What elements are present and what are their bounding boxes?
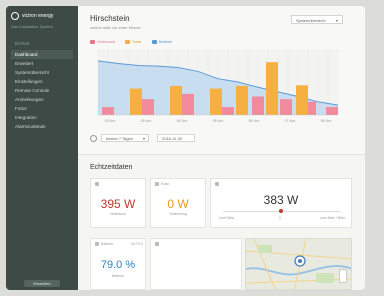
solar-value: 0 W	[167, 197, 189, 211]
battery-head-label: Batterie	[101, 242, 114, 246]
battery-label: Batterie	[111, 274, 125, 278]
sidebar-item-photos[interactable]: Fotos	[11, 104, 73, 113]
grid-right-label: zum Netz / Netz	[320, 216, 345, 220]
grid-indicator-dot	[279, 209, 283, 213]
divider	[78, 154, 365, 155]
sidebar-item-integration[interactable]: Integration	[11, 113, 73, 122]
realtime-section-title: Echtzeitdaten	[90, 164, 133, 171]
consumption-bar	[252, 96, 264, 115]
settings-button[interactable]: Einstellen	[24, 280, 60, 287]
solar-bar	[210, 88, 222, 115]
grid-icon	[215, 182, 219, 186]
page-title: Hirschstein	[90, 14, 130, 23]
chevron-down-icon: ▾	[335, 18, 338, 23]
solar-bar	[266, 62, 278, 115]
victron-logo-icon	[11, 12, 19, 20]
view-select[interactable]: Systemübersicht ▾	[291, 15, 343, 24]
x-tick-label: 03 Nov	[105, 119, 116, 123]
view-select-value: Systemübersicht	[296, 18, 326, 23]
clock-icon	[90, 134, 97, 142]
consumption-bar	[222, 107, 234, 115]
solar-card[interactable]: Solar 0 W Solarertrag	[150, 178, 206, 228]
map-zoom-control[interactable]	[339, 269, 347, 283]
card-head: Batterie 24.73 V	[95, 242, 143, 246]
brand-subtitle: Das Installation System	[11, 24, 53, 29]
sidebar-item-dashboard[interactable]: Dashboard	[11, 50, 73, 59]
grid-mid-label: 0	[279, 216, 281, 220]
chart-legend: Verbrauch Solar Batterie	[90, 39, 172, 44]
x-tick-label: 08 Nov	[321, 119, 332, 123]
x-tick-label: 06 Nov	[141, 119, 152, 123]
grid-value: 383 W	[263, 193, 299, 207]
card-head: Solar	[155, 182, 169, 186]
battery-voltage: 24.73 V	[130, 242, 143, 246]
date-input[interactable]: 2016-11-30	[157, 134, 195, 142]
card-head	[215, 182, 219, 186]
sidebar-item-advanced[interactable]: Erweitert	[11, 59, 73, 68]
consumption-bar	[182, 93, 194, 115]
sidebar: victron energy Das Installation System E…	[6, 6, 78, 290]
legend-label: Solar	[132, 39, 142, 44]
map-info-card	[150, 238, 242, 290]
legend-label: Batterie	[158, 39, 173, 44]
x-tick-label: 06 Nov	[249, 119, 260, 123]
sidebar-section-label: Einheit	[15, 41, 30, 46]
gear-icon	[95, 182, 99, 186]
consumption-card[interactable]: 395 W Verbrauch	[90, 178, 146, 228]
map-graphic	[246, 239, 351, 289]
location-icon	[155, 242, 159, 246]
battery-icon	[95, 242, 99, 246]
location-map[interactable]	[245, 238, 352, 290]
battery-card[interactable]: Batterie 24.73 V 79.0 % Batterie	[90, 238, 146, 290]
solar-label: Solarertrag	[169, 212, 187, 216]
solar-swatch-icon	[125, 39, 131, 44]
x-tick-label: 05 Nov	[213, 119, 224, 123]
grid-card[interactable]: 383 W Vom Netz 0 zum Netz / Netz	[210, 178, 352, 228]
legend-item-consumption[interactable]: Verbrauch	[90, 39, 115, 44]
sidebar-nav: Einheit Dashboard Erweitert Systemübersi…	[11, 39, 73, 131]
sidebar-item-remote-console[interactable]: Remote Console	[11, 86, 73, 95]
sidebar-item-notes[interactable]: Anmerkungen	[11, 95, 73, 104]
solar-icon	[155, 182, 159, 186]
consumption-bar	[102, 107, 114, 115]
sidebar-item-alarms[interactable]: Alarmzustände	[11, 122, 73, 131]
consumption-bar	[142, 99, 154, 115]
consumption-value: 395 W	[100, 197, 136, 211]
brand[interactable]: victron energy	[11, 12, 73, 20]
solar-bar	[130, 88, 142, 115]
grid-left-label: Vom Netz	[219, 216, 235, 220]
energy-chart: 03 Nov 06 Nov 04 Nov 05 Nov 06 Nov 07 Nov 08 N…	[97, 49, 339, 123]
consumption-bar	[280, 99, 292, 115]
period-select-value: letzten 7 Tagen	[106, 136, 134, 141]
legend-item-solar[interactable]: Solar	[125, 39, 142, 44]
sidebar-item-system-overview[interactable]: Systemübersicht	[11, 68, 73, 77]
x-tick-label: 04 Nov	[177, 119, 188, 123]
solar-head-label: Solar	[161, 182, 170, 186]
solar-bar	[296, 85, 308, 115]
overview-panel: Hirschstein zuletzt aktiv vor einer Minu…	[78, 6, 365, 154]
battery-value: 79.0 %	[100, 259, 136, 271]
sidebar-item-settings[interactable]: Einstellungen	[11, 77, 73, 86]
solar-bar	[236, 85, 248, 115]
period-controls: letzten 7 Tagen ▾ 2016-11-30	[90, 134, 195, 142]
solar-bar	[170, 85, 182, 115]
brand-name: victron energy	[22, 13, 54, 19]
period-select[interactable]: letzten 7 Tagen ▾	[101, 134, 149, 142]
battery-swatch-icon	[151, 39, 157, 44]
card-head	[95, 182, 99, 186]
last-active-text: zuletzt aktiv vor einer Minute	[90, 25, 141, 30]
consumption-label: Verbrauch	[110, 212, 126, 216]
x-tick-label: 07 Nov	[285, 119, 296, 123]
main-content: Hirschstein zuletzt aktiv vor einer Minu…	[78, 6, 365, 290]
legend-item-battery[interactable]: Batterie	[151, 39, 173, 44]
app-window: victron energy Das Installation System E…	[0, 0, 384, 296]
card-head	[155, 242, 159, 246]
consumption-swatch-icon	[90, 39, 95, 44]
chevron-down-icon: ▾	[142, 136, 145, 141]
legend-label: Verbrauch	[97, 39, 116, 44]
consumption-bar	[326, 107, 338, 115]
